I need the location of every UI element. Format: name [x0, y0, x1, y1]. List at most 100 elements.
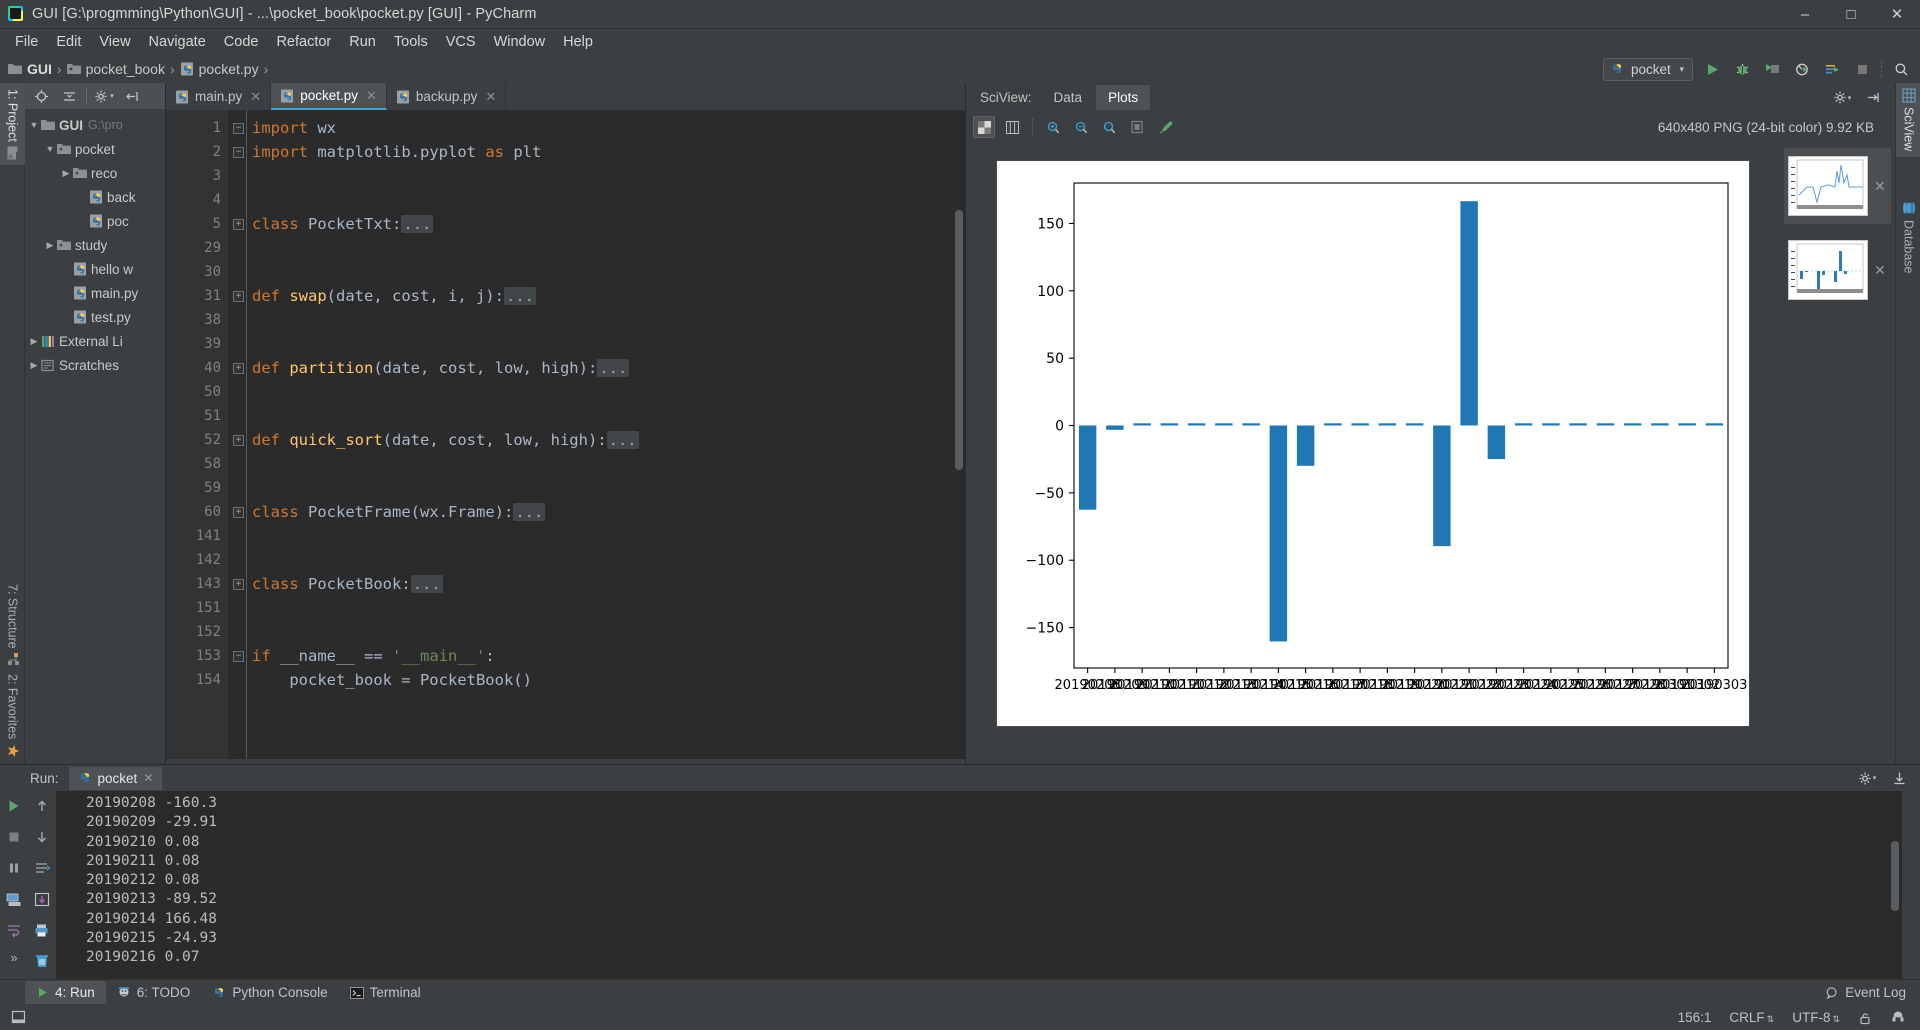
menu-help[interactable]: Help — [554, 31, 602, 53]
export-icon[interactable] — [1888, 767, 1910, 789]
hide-panel-icon[interactable] — [121, 85, 143, 107]
plot-thumbnail-bar[interactable]: ✕ — [1784, 232, 1891, 308]
sidebar-item-favorites[interactable]: 2: Favorites — [0, 668, 25, 764]
rerun-button[interactable] — [3, 795, 25, 817]
menu-view[interactable]: View — [90, 31, 139, 53]
fold-expand-icon[interactable]: + — [233, 506, 244, 518]
file-encoding[interactable]: UTF-8 ⇅ — [1792, 1010, 1840, 1025]
chevron-right-icon[interactable]: ▶ — [27, 336, 41, 347]
sidebar-item-database[interactable]: Database — [1896, 195, 1920, 280]
code-line[interactable]: − if __name__ == '__main__': — [228, 644, 965, 668]
menu-edit[interactable]: Edit — [47, 31, 90, 53]
close-icon[interactable]: ✕ — [485, 89, 496, 105]
code-line[interactable] — [228, 524, 965, 548]
code-line[interactable] — [228, 476, 965, 500]
grid-icon[interactable] — [1001, 116, 1023, 138]
collapse-all-icon[interactable] — [58, 85, 80, 107]
project-tree[interactable]: ▼ GUI G:\pro ▼ pocket ▶ reco back poc ▶ … — [25, 109, 165, 764]
code-line[interactable]: + def swap(date, cost, i, j):... — [228, 284, 965, 308]
settings-gear-icon[interactable]: ▾ — [1856, 767, 1878, 789]
run-configuration-selector[interactable]: pocket ▾ — [1603, 57, 1693, 81]
run-with-console-button[interactable] — [1821, 58, 1843, 80]
fold-expand-icon[interactable]: + — [233, 578, 244, 590]
color-picker-icon[interactable] — [1154, 116, 1176, 138]
hide-panel-icon[interactable] — [1861, 87, 1883, 109]
tree-item-study[interactable]: ▶ study — [25, 233, 165, 257]
code-line[interactable] — [228, 236, 965, 260]
fold-collapse-icon[interactable]: − — [233, 122, 244, 134]
zoom-out-icon[interactable] — [1070, 116, 1092, 138]
console-output[interactable]: 20190208 -160.3 20190209 -29.91 20190210 0… — [56, 791, 1902, 979]
search-everywhere-button[interactable] — [1890, 58, 1912, 80]
tree-item-pocket-py[interactable]: poc — [25, 209, 165, 233]
settings-gear-icon[interactable]: ▾ — [1831, 87, 1853, 109]
bottom-item-terminal[interactable]: Terminal — [339, 981, 432, 1004]
more-button[interactable]: » — [10, 950, 17, 965]
close-icon[interactable]: ✕ — [143, 771, 153, 785]
code-line[interactable] — [228, 404, 965, 428]
soft-wrap-toggle-button[interactable] — [31, 857, 53, 879]
code-line[interactable] — [228, 380, 965, 404]
tree-item-external-libraries[interactable]: ▶ External Li — [25, 329, 165, 353]
stop-button[interactable] — [1851, 58, 1873, 80]
transparency-grid-icon[interactable] — [973, 116, 995, 138]
down-stacktrace-button[interactable] — [31, 826, 53, 848]
plot-thumbnail-line[interactable]: ✕ — [1784, 148, 1891, 224]
code-line[interactable] — [228, 620, 965, 644]
menu-vcs[interactable]: VCS — [437, 31, 485, 53]
code-line[interactable] — [228, 164, 965, 188]
clear-all-button[interactable] — [31, 950, 53, 972]
lock-icon[interactable] — [1858, 1011, 1872, 1025]
editor-gutter[interactable]: 1 2 3 4 5 29 30 31 38 39 40 50 51 52 58 59 60 141 142 143 15… — [166, 110, 244, 759]
tree-item-gui[interactable]: ▼ GUI G:\pro — [25, 113, 165, 137]
tree-item-test-py[interactable]: test.py — [25, 305, 165, 329]
up-stacktrace-button[interactable] — [31, 795, 53, 817]
chevron-right-icon[interactable]: ▶ — [27, 360, 41, 371]
event-log-button[interactable]: Event Log — [1825, 985, 1920, 1000]
profile-button[interactable] — [1791, 58, 1813, 80]
tab-backup-py[interactable]: backup.py ✕ — [387, 83, 507, 110]
menu-refactor[interactable]: Refactor — [267, 31, 340, 53]
fold-collapse-icon[interactable]: − — [233, 146, 244, 158]
editor-scrollbar[interactable] — [955, 210, 963, 470]
debug-button[interactable] — [1731, 58, 1753, 80]
chevron-down-icon[interactable]: ▼ — [43, 144, 57, 154]
run-tab-pocket[interactable]: pocket ✕ — [68, 766, 163, 790]
code-line[interactable]: pocket_book = PocketBook() — [228, 668, 965, 692]
close-icon[interactable]: ✕ — [250, 89, 261, 105]
tree-item-hello-world[interactable]: hello w — [25, 257, 165, 281]
console-scrollbar[interactable] — [1891, 841, 1899, 911]
code-line[interactable]: − import matplotlib.pyplot as plt — [228, 140, 965, 164]
code-text[interactable]: − import wx − import matplotlib.pyplot as p… — [228, 110, 965, 759]
fold-expand-icon[interactable]: + — [233, 218, 244, 230]
breadcrumb-gui[interactable]: GUI — [8, 61, 52, 77]
inspector-icon[interactable] — [1890, 1010, 1906, 1025]
tab-main-py[interactable]: main.py ✕ — [166, 83, 272, 110]
menu-tools[interactable]: Tools — [385, 31, 437, 53]
code-line[interactable]: + class PocketBook:... — [228, 572, 965, 596]
tab-plots[interactable]: Plots — [1096, 85, 1151, 110]
tab-data[interactable]: Data — [1042, 85, 1095, 110]
close-icon[interactable]: ✕ — [366, 88, 377, 104]
breadcrumb-pocket-book[interactable]: pocket_book — [66, 61, 165, 77]
menu-run[interactable]: Run — [340, 31, 385, 53]
tree-item-pocket[interactable]: ▼ pocket — [25, 137, 165, 161]
code-line[interactable]: − import wx — [228, 116, 965, 140]
soft-wrap-button[interactable] — [3, 919, 25, 941]
editor-viewport[interactable]: 1 2 3 4 5 29 30 31 38 39 40 50 51 52 58 59 60 141 142 143 15… — [166, 110, 965, 759]
code-line[interactable]: + class PocketTxt:... — [228, 212, 965, 236]
chevron-down-icon[interactable]: ▼ — [27, 120, 41, 130]
breadcrumb-pocket-py[interactable]: pocket.py — [180, 61, 259, 77]
code-line[interactable]: + class PocketFrame(wx.Frame):... — [228, 500, 965, 524]
fit-to-window-icon[interactable] — [1126, 116, 1148, 138]
locate-icon[interactable] — [30, 85, 52, 107]
chevron-right-icon[interactable]: ▶ — [59, 168, 73, 179]
scroll-to-end-button[interactable] — [31, 888, 53, 910]
fold-expand-icon[interactable]: + — [233, 362, 244, 374]
bottom-item-todo[interactable]: 6: TODO — [106, 981, 202, 1004]
fold-expand-icon[interactable]: + — [233, 290, 244, 302]
zoom-in-icon[interactable] — [1042, 116, 1064, 138]
code-line[interactable]: + def quick_sort(date, cost, low, high):.… — [228, 428, 965, 452]
toggle-toolwindows-icon[interactable] — [8, 1007, 30, 1029]
menu-window[interactable]: Window — [485, 31, 555, 53]
